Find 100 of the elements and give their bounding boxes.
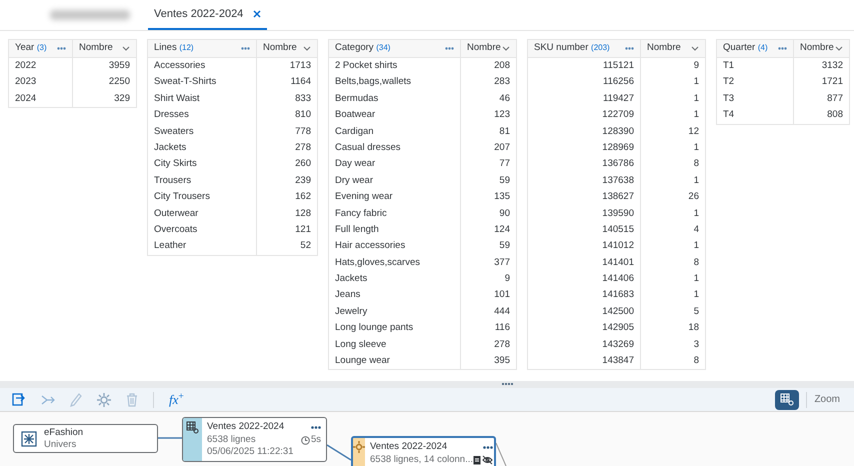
more-icon[interactable] (57, 47, 66, 50)
table-cell-text: 329 (113, 92, 131, 106)
flow-node[interactable]: eFashion Univers (13, 424, 158, 453)
table-cell: 139590 (528, 206, 641, 222)
table-cell-text: 1721 (820, 75, 844, 90)
table-cell: Shirt Waist (148, 90, 257, 108)
more-icon[interactable] (778, 47, 787, 50)
column-header[interactable]: Lines (12) (154, 41, 194, 56)
table-cell: Cardigan (329, 124, 461, 140)
more-icon[interactable] (625, 47, 634, 50)
table-cell: 2022 (9, 58, 73, 74)
zoom-label[interactable]: Zoom (814, 392, 854, 407)
table-cell-text: 121 (294, 222, 312, 237)
import-icon[interactable] (12, 392, 26, 406)
node-subtitle: Univers (44, 438, 78, 450)
table-cell-text: 101 (493, 288, 511, 302)
table-cell-text: 239 (294, 174, 312, 188)
column-header[interactable]: Nombre (79, 41, 113, 56)
connector-line (158, 437, 182, 439)
column-header[interactable]: Year (3) (15, 41, 47, 56)
table-cell: Outerwear (148, 206, 257, 222)
more-icon[interactable] (445, 47, 454, 50)
table-cell-text: 9 (504, 272, 511, 286)
grid-gear-icon (780, 393, 794, 406)
table-cell-text: 1 (692, 288, 700, 302)
table-cell: Jackets (329, 271, 461, 288)
table-cell: 142500 (528, 304, 641, 320)
table-cell: 137638 (528, 172, 641, 190)
table-cell-text: 135 (493, 190, 511, 204)
table-cell-text: 9 (692, 59, 700, 73)
table-cell: Sweaters (148, 124, 257, 140)
chevron-down-icon[interactable] (835, 46, 843, 51)
clock-icon (300, 436, 310, 444)
table-cell: 141683 (528, 287, 641, 304)
close-icon[interactable] (253, 10, 262, 18)
column-header[interactable]: Nombre (263, 41, 297, 56)
table-cell: Jeans (329, 287, 461, 304)
node-title: Ventes 2022-2024 (370, 441, 448, 453)
table-cell-text: 59 (498, 239, 511, 254)
column-header[interactable]: Category (34) (335, 41, 390, 56)
node-title: Ventes 2022-2024 (207, 421, 284, 433)
table-cell-text: 778 (294, 124, 312, 139)
settings-button[interactable] (775, 390, 800, 410)
table-cell: 115121 (528, 58, 641, 74)
table-cell: 138627 (528, 189, 641, 206)
chevron-down-icon[interactable] (502, 46, 510, 51)
chevron-down-icon[interactable] (122, 46, 130, 51)
column-header[interactable]: Nombre (647, 41, 681, 56)
table-cell: 140515 (528, 222, 641, 238)
table-cell: 142905 (528, 320, 641, 337)
table-cell: Dresses (148, 107, 257, 124)
table-cell-text: 1 (692, 92, 700, 106)
table-cell-text: 123 (493, 108, 511, 122)
table-cell: 128390 (528, 124, 641, 140)
chevron-down-icon[interactable] (303, 46, 311, 51)
resize-handle-icon[interactable] (502, 383, 514, 386)
column-header[interactable]: Nombre (467, 41, 501, 56)
table-cell-text: 3132 (820, 59, 844, 73)
table-cell-text: 208 (493, 59, 511, 73)
column-header[interactable]: Quarter (4) (723, 41, 768, 56)
connector-line (326, 444, 352, 461)
table-cell-text: 260 (294, 157, 312, 172)
table-cell: 141401 (528, 254, 641, 272)
more-icon[interactable] (483, 446, 493, 448)
table-cell-text: 395 (493, 354, 511, 368)
table-cell-text: 444 (493, 304, 511, 319)
table-cell: T2 (717, 74, 794, 91)
table-cell-text: 46 (498, 92, 511, 106)
table-cell-text: 377 (493, 256, 511, 270)
formula-button[interactable]: fx$^{+}$ (169, 390, 184, 410)
table-cell-text: 278 (493, 338, 511, 352)
grid-gear-icon (186, 421, 199, 434)
more-icon[interactable] (311, 426, 321, 428)
table-cell: Overcoats (148, 222, 257, 238)
table-cell: Leather (148, 238, 257, 255)
table-cell-text: 207 (493, 140, 511, 155)
more-icon[interactable] (241, 47, 250, 50)
table-cell-text: 18 (687, 321, 700, 336)
table-cell: 2024 (9, 90, 73, 108)
table-cell: Trousers (148, 172, 257, 190)
chevron-down-icon[interactable] (691, 46, 699, 51)
flow-node[interactable]: Ventes 2022-2024 6538 lignes 5s 05/06/2025 11:22:31 (182, 417, 327, 462)
table-cell-text: 81 (498, 124, 511, 139)
table-cell-text: 1164 (290, 75, 312, 90)
table-cell-text: 4 (692, 222, 700, 237)
column-header[interactable]: SKU number (203) (534, 41, 610, 56)
table-cell: 141406 (528, 271, 641, 288)
column-header[interactable]: Nombre (800, 41, 834, 56)
table-cell: 2 Pocket shirts (329, 58, 461, 74)
table-cell: T3 (717, 90, 794, 108)
table-cell: Long sleeve (329, 336, 461, 354)
table-cell-text: 59 (498, 174, 511, 188)
table-cell-text: 1 (692, 239, 700, 254)
table-cell: Hair accessories (329, 238, 461, 255)
table-cell-text: 1713 (288, 59, 312, 73)
table-cell: City Trousers (148, 189, 257, 206)
flow-node[interactable]: Ventes 2022-2024 6538 lignes, 14 colonn... (351, 436, 496, 466)
table-cell: T1 (717, 58, 794, 74)
table-cell: 136786 (528, 156, 641, 173)
table-cell: Sweat-T-Shirts (148, 74, 257, 91)
